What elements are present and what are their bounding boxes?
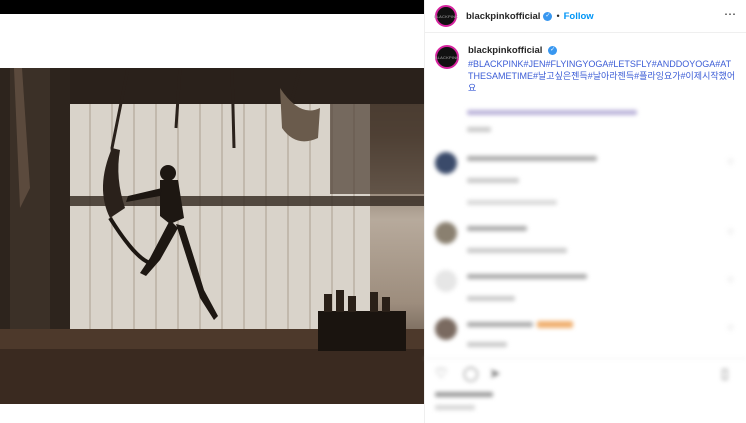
blurred-line <box>467 248 567 253</box>
caption-avatar[interactable]: BLACKPINK <box>435 45 459 69</box>
caption-username[interactable]: blackpinkofficial ✓ <box>468 45 736 56</box>
photo-scene <box>0 68 424 404</box>
caption-username-text: blackpinkofficial <box>468 45 543 56</box>
separator-dot: • <box>556 11 560 21</box>
avatar-logo-text: BLACKPINK <box>433 13 459 19</box>
blurred-line <box>467 110 637 115</box>
comment-avatar <box>435 270 457 292</box>
blurred-likes <box>435 392 493 397</box>
post-header: BLACKPINK blackpinkofficial ✓ • Follow ⋯ <box>425 0 746 33</box>
caption-hashtags[interactable]: #BLACKPINK#JEN#FLYINGYOGA#LETSFLY#ANDDOY… <box>468 58 736 94</box>
account-avatar[interactable]: BLACKPINK <box>433 5 459 27</box>
blurred-line <box>467 156 597 161</box>
side-table <box>318 311 406 351</box>
blurred-line <box>467 322 533 327</box>
verified-badge-icon: ✓ <box>543 11 553 21</box>
comment-heart-icon[interactable]: ♡ <box>727 276 735 285</box>
blurred-line <box>467 342 507 347</box>
blurred-line <box>467 127 491 132</box>
blurred-line <box>467 274 587 279</box>
comment-avatar <box>435 318 457 340</box>
blurred-line <box>467 200 557 205</box>
blurred-line <box>467 296 515 301</box>
blurred-line <box>467 178 519 183</box>
blurred-emoji <box>537 321 573 328</box>
header-username[interactable]: blackpinkofficial <box>466 11 540 22</box>
blurred-caption-extra <box>467 110 687 132</box>
comment-heart-icon[interactable]: ♡ <box>727 228 735 237</box>
caption-avatar-logo-text: BLACKPINK <box>434 54 460 60</box>
blurred-line <box>467 226 527 231</box>
post-sidebar: BLACKPINK blackpinkofficial ✓ • Follow ⋯… <box>424 0 746 423</box>
verified-badge-icon: ✓ <box>548 45 558 55</box>
share-icon[interactable]: ➤ <box>489 365 505 381</box>
media-pane <box>0 14 424 423</box>
comment-heart-icon[interactable]: ♡ <box>727 324 735 333</box>
bookmark-icon[interactable]: ▯ <box>721 365 737 381</box>
follow-button[interactable]: Follow <box>564 11 594 22</box>
likes-and-date <box>435 392 635 410</box>
comment-avatar <box>435 152 457 174</box>
heart-icon[interactable]: ♡ <box>435 365 451 381</box>
comment-avatar <box>435 222 457 244</box>
post-photo[interactable] <box>0 68 424 404</box>
blurred-date <box>435 405 475 410</box>
caption: BLACKPINK blackpinkofficial ✓ #BLACKPINK… <box>435 45 740 94</box>
action-bar: ♡ ◯ ➤ ▯ <box>425 358 746 389</box>
caption-body: blackpinkofficial ✓ #BLACKPINK#JEN#FLYIN… <box>468 45 736 94</box>
wall-panel <box>330 104 424 194</box>
top-black-bar <box>0 0 424 14</box>
comment-heart-icon[interactable]: ♡ <box>727 158 735 167</box>
comment-icon[interactable]: ◯ <box>463 365 479 381</box>
more-options-icon[interactable]: ⋯ <box>724 7 737 21</box>
